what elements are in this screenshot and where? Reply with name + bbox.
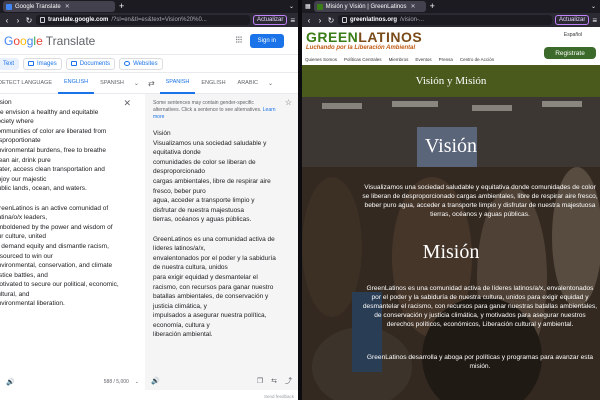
send-feedback-link[interactable]: Send feedback [264, 394, 294, 399]
back-icon[interactable]: ‹ [3, 16, 11, 25]
mode-documents[interactable]: Documents [65, 57, 116, 70]
copy-icon[interactable]: ❐ [257, 377, 263, 385]
hamburger-menu-icon[interactable]: ≡ [290, 16, 295, 25]
url-path: /vision-... [400, 17, 425, 23]
target-lang-arabic[interactable]: ARABIC [232, 72, 264, 94]
tab-greenlatinos[interactable]: Misión y Visión | GreenLatinos ✕ [313, 1, 426, 12]
tab-title: Google Translate [15, 3, 61, 10]
source-lang-spanish[interactable]: SPANISH [94, 72, 130, 94]
mode-images[interactable]: Images [23, 57, 62, 70]
site-nav: Quienes Somos Políticas Centrales Miembr… [305, 57, 494, 62]
document-icon [70, 61, 77, 66]
mision-heading: Misión [422, 241, 480, 263]
page-title-band: Visión y Misión [302, 65, 600, 97]
logo-suffix: Translate [45, 33, 96, 48]
source-lang-more-icon[interactable]: ⌄ [130, 80, 143, 87]
listen-source-icon[interactable]: 🔊 [6, 378, 15, 386]
vision-heading: Visión [424, 135, 478, 157]
translate-header: Google Translate ⁝⁝⁝ Sign in [0, 27, 298, 55]
new-tab-icon[interactable]: + [119, 2, 124, 11]
listen-translation-icon[interactable]: 🔊 [151, 377, 160, 385]
source-text-input[interactable]: Vision We envision a healthy and equitab… [0, 98, 143, 309]
greenlatinos-page: GREENLATINOS Luchando por la Liberación … [302, 27, 600, 400]
mode-text[interactable]: Text [0, 57, 20, 70]
sign-in-button[interactable]: Sign in [249, 33, 284, 48]
page-title: Visión y Misión [415, 75, 487, 87]
mision-text: GreenLatinos es una comunidad activa de … [362, 285, 598, 328]
address-bar[interactable]: translate.google.com/?sl=en&tl=es&text=V… [36, 15, 250, 25]
gender-notice: Some sentences may contain gender-specif… [153, 100, 276, 120]
share-icon[interactable]: ⤴ [285, 376, 292, 386]
translation-panes: Vision We envision a healthy and equitab… [0, 94, 298, 390]
forward-icon[interactable]: › [14, 16, 22, 25]
closing-text: GreenLatinos desarrolla y aboga por polí… [366, 354, 594, 370]
reload-icon[interactable]: ↻ [327, 16, 335, 25]
tab-title: Misión y Visión | GreenLatinos [325, 3, 407, 10]
apps-grid-icon[interactable]: ⁝⁝⁝ [235, 35, 242, 46]
greenlatinos-logo[interactable]: GREENLATINOS [306, 29, 422, 45]
tab-list-icon[interactable]: ⌄ [591, 3, 596, 10]
greenlatinos-favicon-icon [316, 3, 323, 10]
image-icon [28, 61, 35, 66]
source-lang-english[interactable]: ENGLISH [58, 72, 95, 94]
clear-source-icon[interactable]: ✕ [123, 98, 131, 109]
target-lang-spanish[interactable]: SPANISH [159, 72, 196, 94]
browser-window-greenlatinos: ▦ Misión y Visión | GreenLatinos ✕ + ⌄ ‹… [302, 0, 600, 400]
nav-eventos[interactable]: Eventos [415, 57, 431, 62]
url-host: greenlatinos.org [350, 17, 398, 23]
source-options-icon[interactable]: ⌄ [135, 379, 139, 385]
hamburger-menu-icon[interactable]: ≡ [592, 16, 597, 25]
nav-prensa[interactable]: Prensa [439, 57, 453, 62]
url-path: /?sl=en&tl=es&text=Vision%20%0... [111, 17, 207, 23]
back-icon[interactable]: ‹ [305, 16, 313, 25]
source-pane: Vision We envision a healthy and equitab… [0, 94, 145, 390]
save-translation-star-icon[interactable]: ☆ [285, 98, 292, 107]
tab-strip: Google Translate ✕ + ⌄ [0, 0, 298, 13]
translated-text: Visión Visualizamos una sociedad saludab… [153, 130, 276, 339]
target-footer: 🔊 ❐ ⇆ ⤴ [151, 376, 292, 386]
address-bar[interactable]: greenlatinos.org/vision-... [338, 15, 552, 25]
target-lang-more-icon[interactable]: ⌄ [264, 80, 277, 87]
globe-icon [124, 61, 131, 66]
url-host: translate.google.com [48, 17, 109, 23]
tab-overflow-icon[interactable]: ▦ [305, 3, 311, 10]
update-button[interactable]: Actualizar [252, 15, 288, 25]
language-bar: DETECT LANGUAGE ENGLISH SPANISH ⌄ ⇄ SPAN… [0, 72, 298, 94]
nav-quienes-somos[interactable]: Quienes Somos [305, 57, 337, 62]
tab-strip: ▦ Misión y Visión | GreenLatinos ✕ + ⌄ [302, 0, 600, 13]
tab-google-translate[interactable]: Google Translate ✕ [3, 1, 115, 12]
close-tab-icon[interactable]: ✕ [65, 3, 70, 10]
forward-icon[interactable]: › [316, 16, 324, 25]
site-header: GREENLATINOS Luchando por la Liberación … [302, 27, 600, 65]
update-button[interactable]: Actualizar [554, 15, 590, 25]
reload-icon[interactable]: ↻ [25, 16, 33, 25]
google-favicon-icon [6, 3, 12, 10]
hero-section: Visión Visualizamos una sociedad saludab… [302, 97, 600, 400]
lock-icon [342, 17, 347, 23]
swap-languages-icon[interactable]: ⇄ [143, 79, 160, 88]
translation-modes: Text Images Documents Websites [0, 55, 298, 72]
vision-text: Visualizamos una sociedad saludable y eq… [362, 184, 598, 218]
site-tagline: Luchando por la Liberación Ambiental [306, 45, 416, 51]
lock-icon [40, 17, 45, 23]
google-translate-logo[interactable]: Google Translate [4, 34, 95, 48]
new-tab-icon[interactable]: + [430, 2, 435, 11]
source-footer: 🔊 588 / 5,000 ⌄ [6, 378, 139, 386]
target-pane: Some sentences may contain gender-specif… [145, 94, 298, 390]
tab-list-icon[interactable]: ⌄ [289, 3, 294, 10]
mode-websites[interactable]: Websites [119, 57, 163, 70]
language-selector[interactable]: Español [564, 32, 582, 38]
nav-centro-de-accion[interactable]: Centro de Acción [460, 57, 494, 62]
nav-bar: ‹ › ↻ greenlatinos.org/vision-... Actual… [302, 13, 600, 27]
register-button[interactable]: Registrate [544, 47, 596, 59]
close-tab-icon[interactable]: ✕ [411, 3, 416, 10]
nav-bar: ‹ › ↻ translate.google.com/?sl=en&tl=es&… [0, 13, 298, 27]
source-lang-detect[interactable]: DETECT LANGUAGE [0, 72, 58, 94]
target-lang-english[interactable]: ENGLISH [195, 72, 231, 94]
nav-miembros[interactable]: Miembros [389, 57, 409, 62]
char-count: 588 / 5,000 [103, 379, 129, 385]
browser-window-translate: Google Translate ✕ + ⌄ ‹ › ↻ translate.g… [0, 0, 298, 400]
nav-politicas-centrales[interactable]: Políticas Centrales [344, 57, 382, 62]
rate-translation-icon[interactable]: ⇆ [271, 377, 277, 385]
